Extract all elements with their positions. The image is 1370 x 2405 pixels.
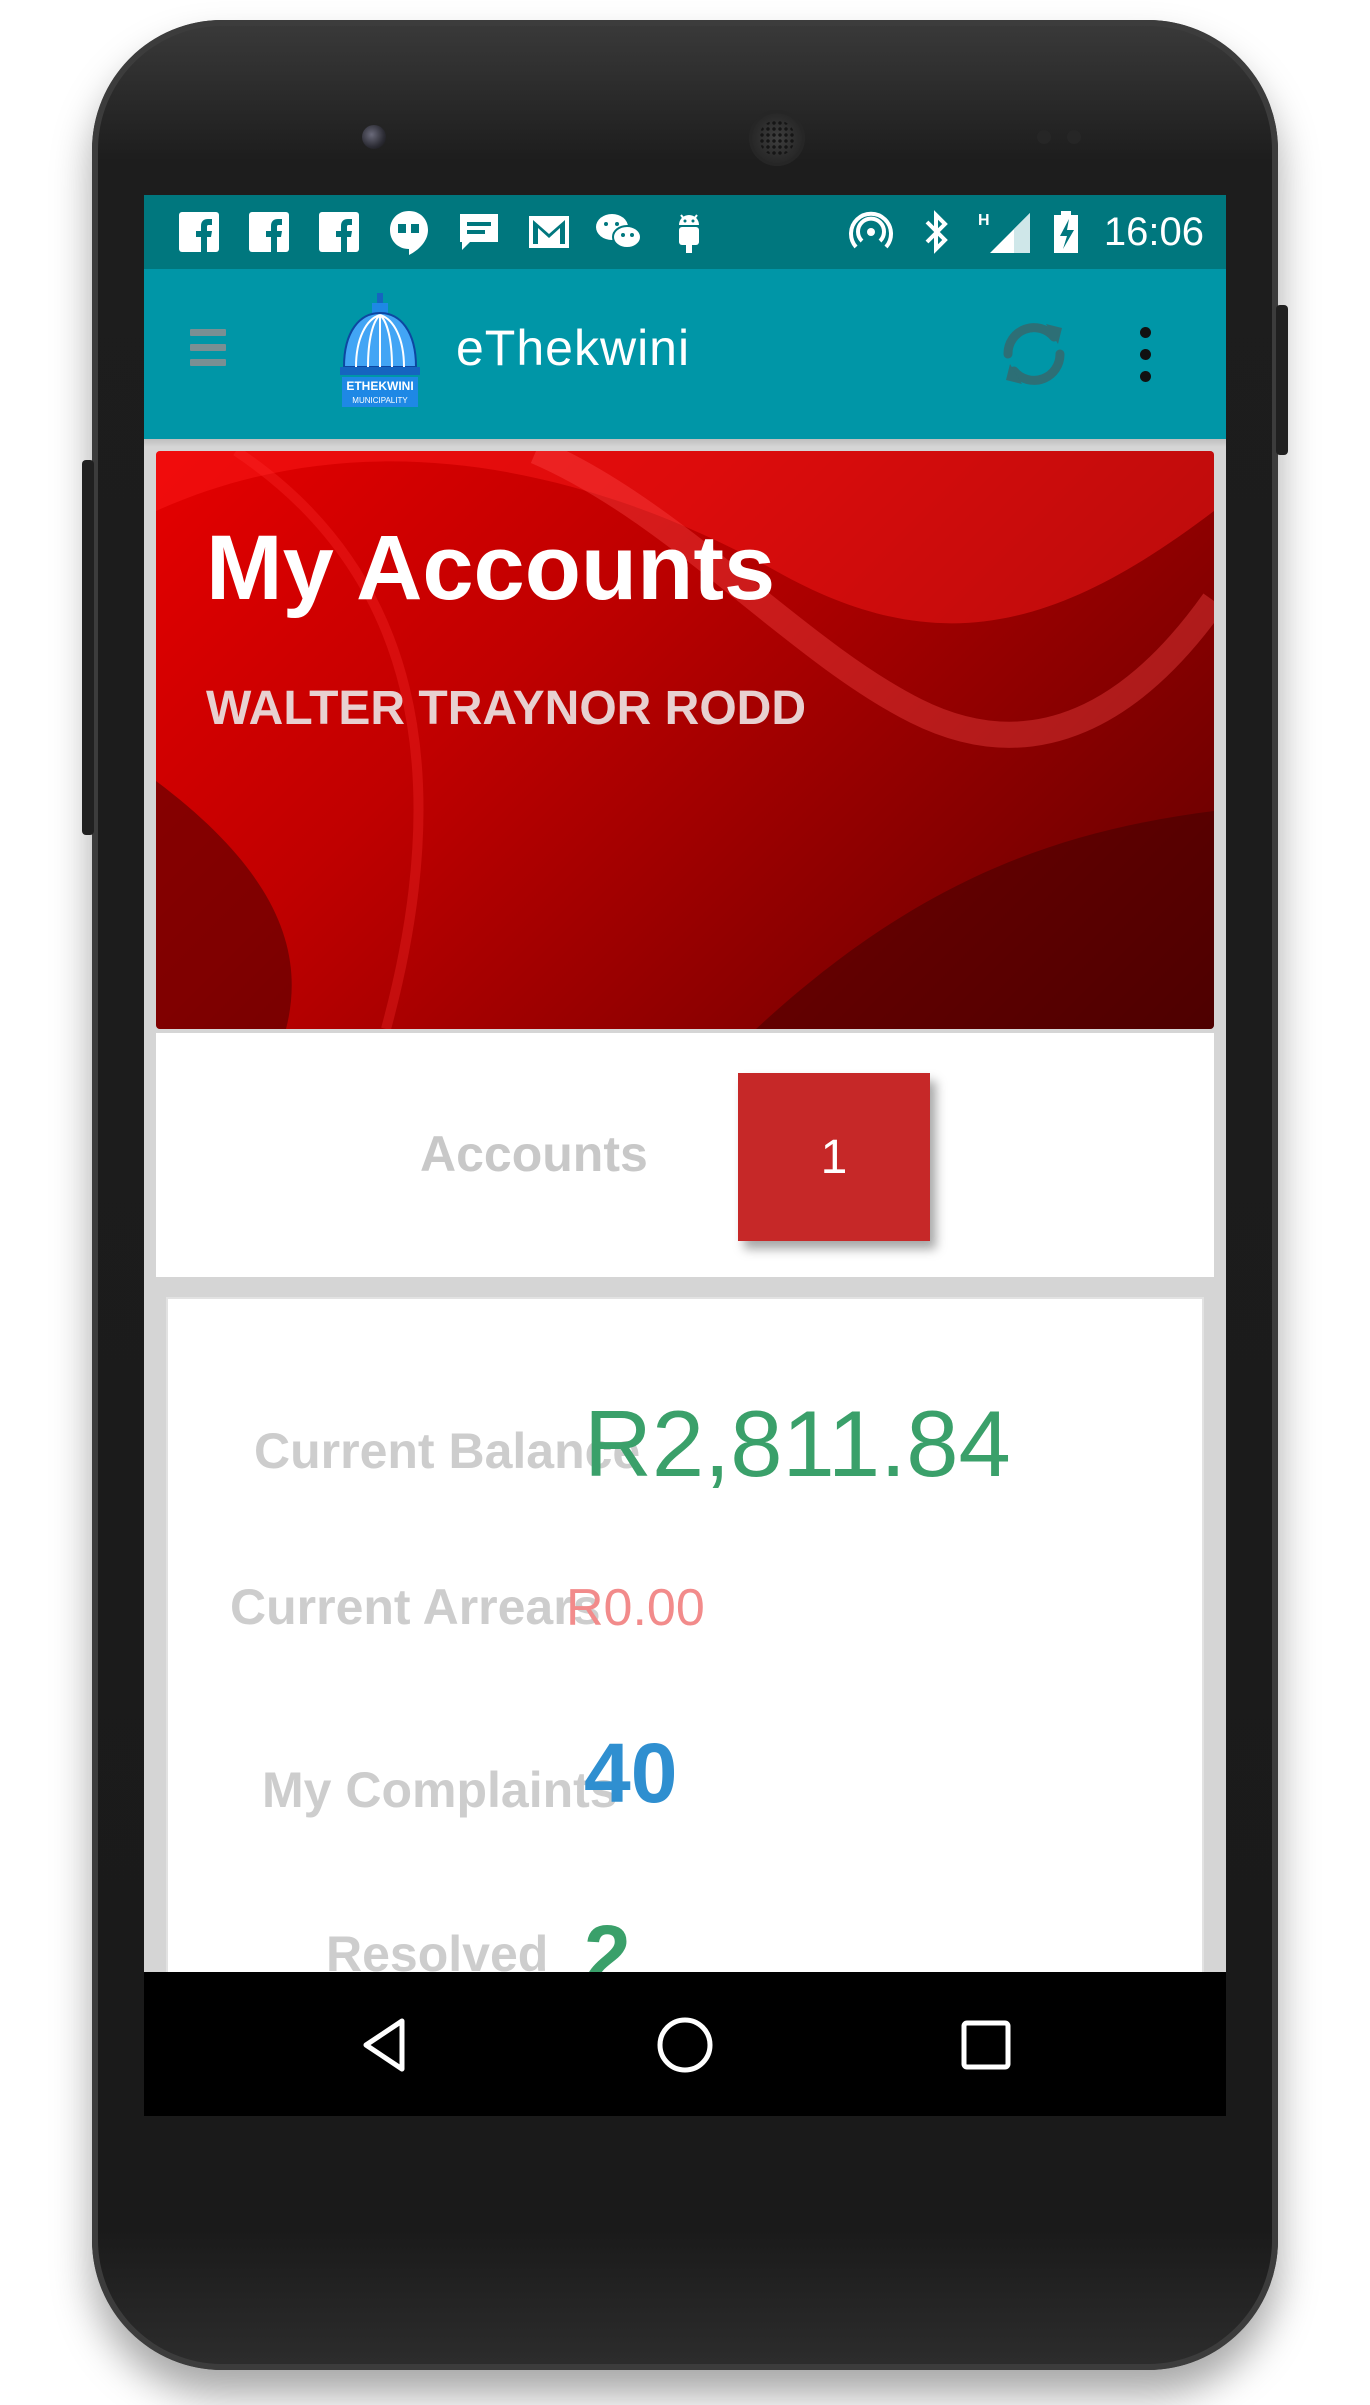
app-bar: ETHEKWINI MUNICIPALITY eThekwini [144, 269, 1226, 439]
facebook-icon [244, 207, 294, 257]
battery-charging-icon [1048, 207, 1084, 257]
gmail-icon [524, 207, 574, 257]
status-bar: H 16:06 [144, 195, 1226, 269]
back-icon[interactable] [351, 2010, 421, 2080]
navigation-bar [144, 1972, 1226, 2116]
hotspot-icon [846, 207, 896, 257]
earpiece-speaker [749, 110, 805, 166]
light-sensor [1067, 130, 1081, 144]
refresh-icon[interactable] [994, 314, 1074, 394]
bluetooth-icon [912, 207, 962, 257]
account-holder-name: WALTER TRAYNOR RODD [206, 682, 806, 735]
svg-text:H: H [978, 212, 990, 229]
page-title: My Accounts [206, 517, 776, 619]
current-balance-value: R2,811.84 [584, 1391, 1011, 1496]
svg-text:MUNICIPALITY: MUNICIPALITY [352, 396, 408, 405]
app-bar-shadow [144, 439, 1226, 447]
notification-icons [174, 207, 714, 257]
current-arrears-value: R0.00 [566, 1579, 705, 1637]
my-accounts-header-card: My Accounts WALTER TRAYNOR RODD [156, 451, 1214, 1029]
hangouts-icon [384, 207, 434, 257]
menu-icon[interactable] [190, 329, 226, 373]
recents-icon[interactable] [951, 2010, 1021, 2080]
system-icons: H 16:06 [846, 207, 1204, 257]
android-debug-icon [664, 207, 714, 257]
front-camera [362, 125, 386, 149]
my-complaints-value[interactable]: 40 [584, 1725, 677, 1822]
facebook-icon [314, 207, 364, 257]
current-arrears-label: Current Arrears [230, 1579, 601, 1635]
signal-icon: H [978, 207, 1032, 257]
proximity-sensor [1037, 130, 1051, 144]
volume-button [82, 460, 94, 835]
municipality-logo: ETHEKWINI MUNICIPALITY [336, 291, 424, 411]
home-icon[interactable] [650, 2010, 720, 2080]
clock: 16:06 [1103, 209, 1204, 254]
wechat-icon [594, 207, 644, 257]
accounts-label: Accounts [420, 1126, 648, 1182]
more-options-icon[interactable] [1140, 327, 1152, 383]
accounts-count-badge[interactable]: 1 [738, 1073, 930, 1241]
sms-icon [454, 207, 504, 257]
app-title: eThekwini [456, 320, 691, 376]
accounts-card[interactable]: Accounts 1 [156, 1033, 1214, 1277]
current-balance-label: Current Balance [254, 1423, 641, 1479]
screen: H 16:06 ETHEKWINI MUNICIPALITY eThekwini [144, 195, 1226, 2116]
svg-text:ETHEKWINI: ETHEKWINI [346, 379, 413, 393]
my-complaints-label: My Complaints [262, 1762, 618, 1818]
power-button [1276, 305, 1288, 455]
facebook-icon [174, 207, 224, 257]
